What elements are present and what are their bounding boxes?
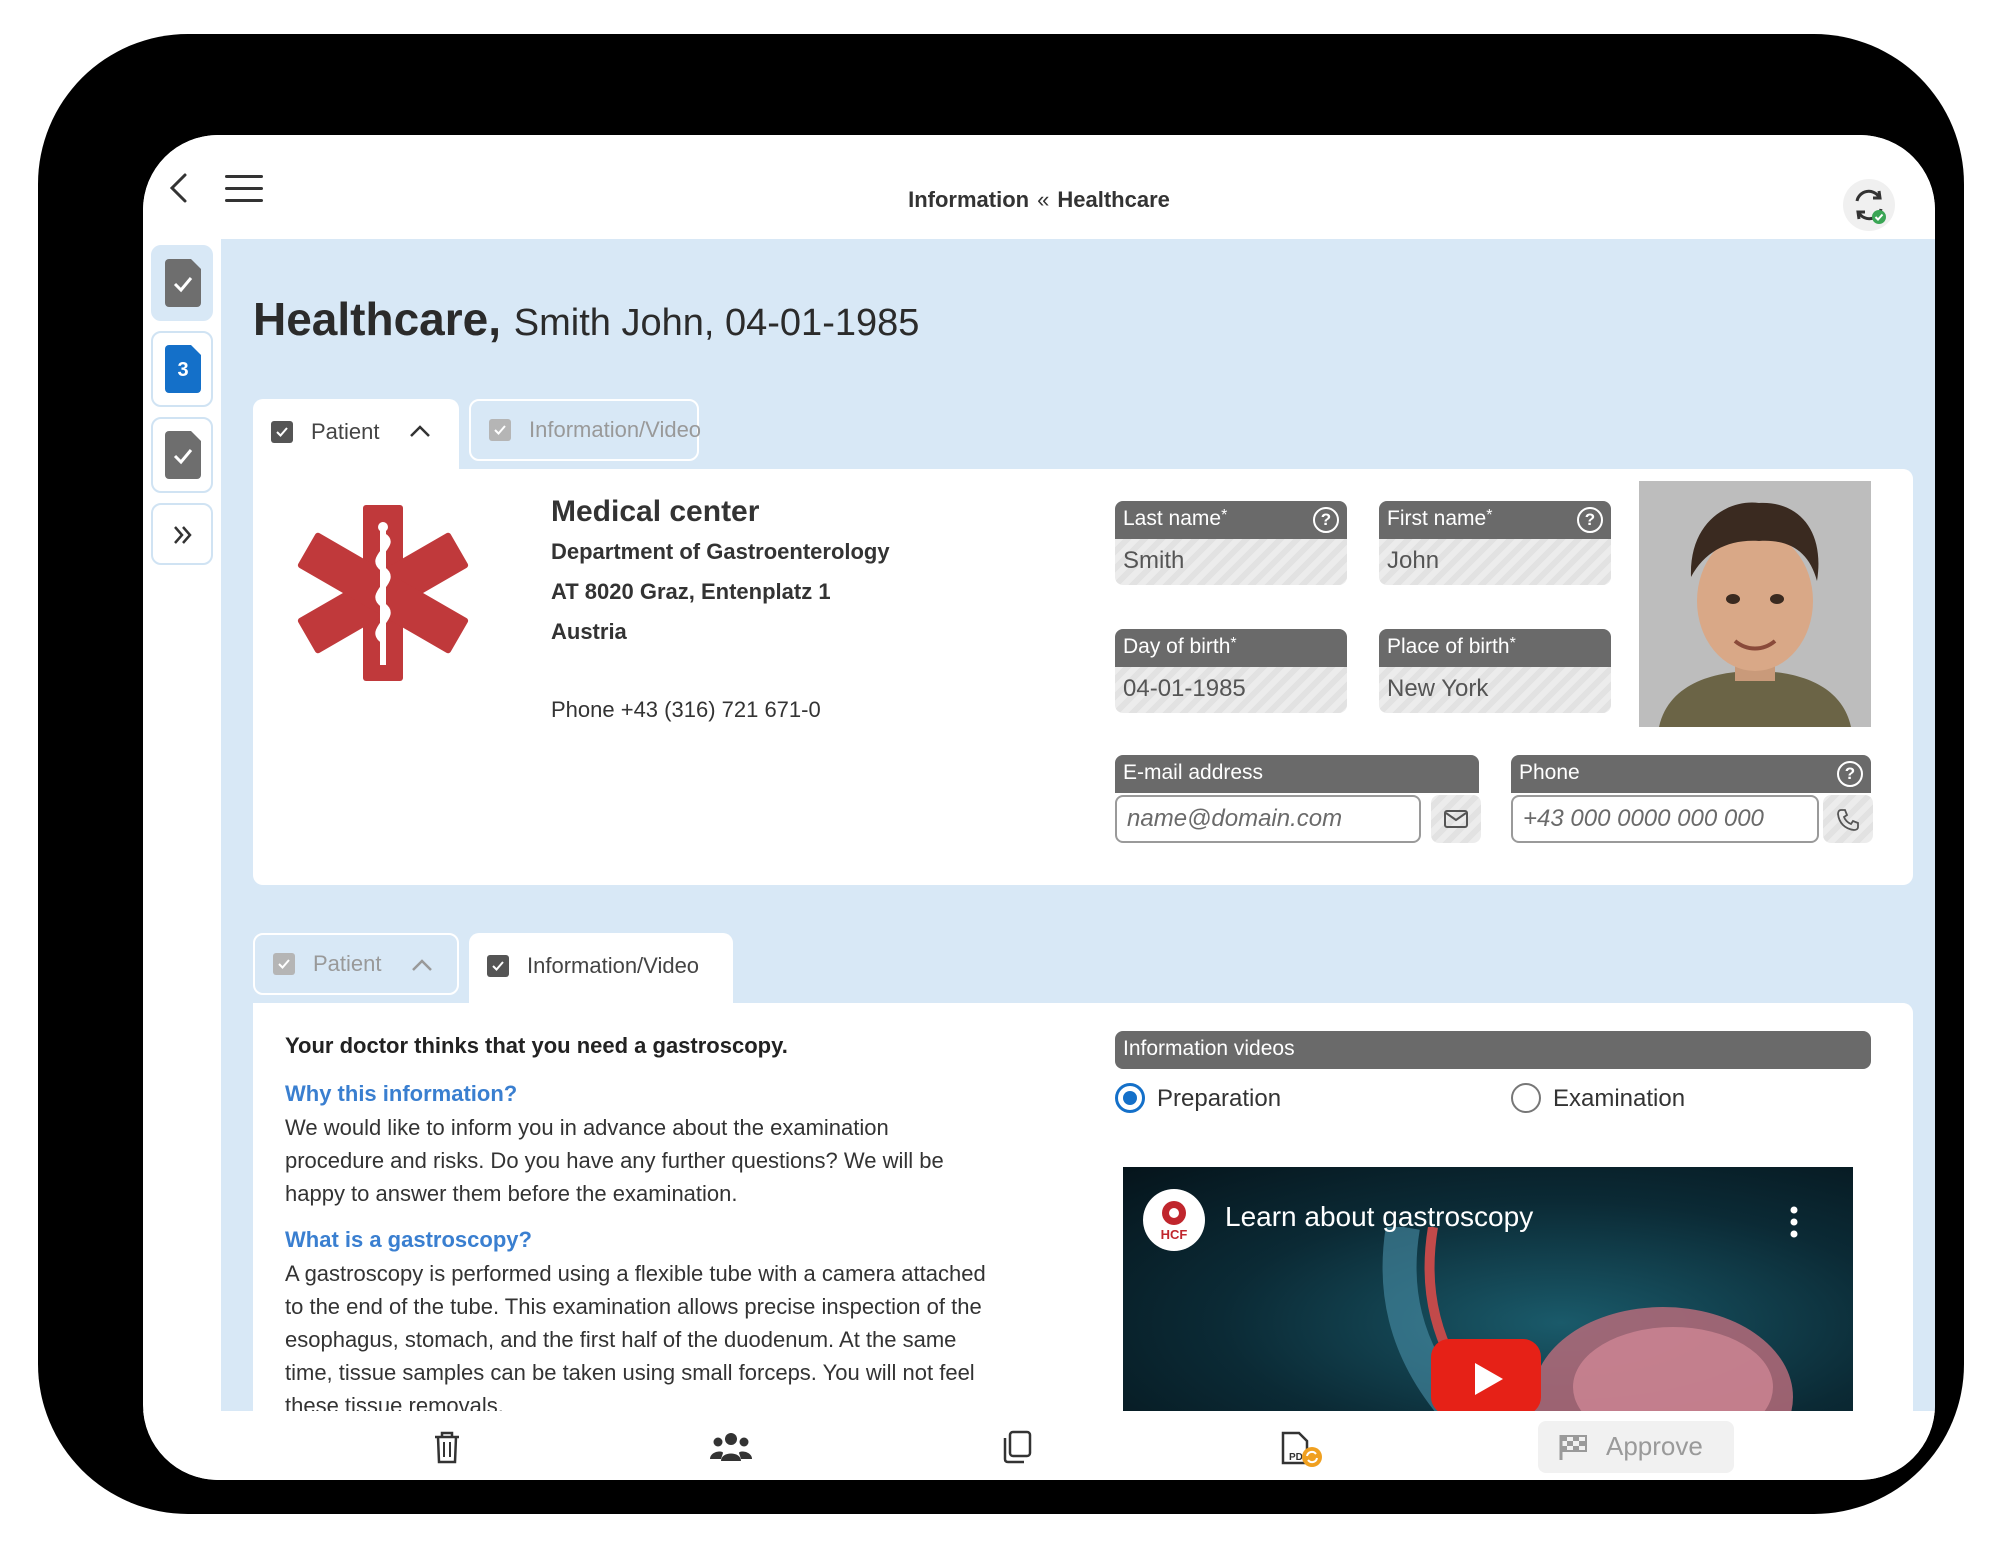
email-label: E-mail address (1115, 755, 1479, 793)
tab-information-video-label: Information/Video (529, 417, 702, 442)
tab-information-video-active-label: Information/Video (527, 953, 700, 978)
tab-patient-secondary[interactable]: Patient (253, 933, 459, 995)
organization-address: AT 8020 Graz, Entenplatz 1 (551, 579, 831, 604)
video-player[interactable]: HCF Learn about gastroscopy (1123, 1167, 1853, 1411)
rail-item-completed-1[interactable] (151, 245, 213, 321)
patient-panel: Medical center Department of Gastroenter… (253, 469, 1913, 885)
breadcrumb-healthcare: Healthcare (1057, 187, 1170, 212)
svg-text:PD: PD (1289, 1452, 1303, 1463)
sync-icon[interactable] (1843, 179, 1895, 231)
phone-field[interactable] (1511, 795, 1819, 843)
bottom-toolbar: PD Approve (143, 1411, 1935, 1480)
envelope-icon (1444, 810, 1468, 828)
approve-button[interactable]: Approve (1538, 1421, 1734, 1473)
tab-patient-secondary-label: Patient (313, 951, 382, 976)
tab-patient-label: Patient (311, 419, 380, 444)
info-question-why: Why this information? (285, 1081, 518, 1106)
patient-photo (1639, 481, 1871, 727)
play-button[interactable] (1431, 1339, 1541, 1411)
first-name-field: John (1379, 539, 1611, 585)
info-lead-text: Your doctor thinks that you need a gastr… (285, 1033, 788, 1058)
svg-text:HCF: HCF (1161, 1227, 1188, 1242)
organization-department: Department of Gastroenterology (551, 539, 890, 564)
organization-name: Medical center (551, 495, 760, 528)
document-check-icon (165, 259, 201, 307)
tab-patient[interactable]: Patient (253, 399, 459, 469)
organization-country: Austria (551, 619, 627, 644)
call-button[interactable] (1823, 795, 1873, 843)
hcf-channel-logo[interactable]: HCF (1143, 1189, 1205, 1251)
email-button[interactable] (1431, 795, 1481, 843)
double-chevron-right-icon (174, 526, 192, 544)
radio-examination-label[interactable]: Examination (1553, 1085, 1685, 1113)
top-bar: Information « Healthcare (143, 135, 1935, 239)
radio-preparation[interactable] (1115, 1083, 1145, 1113)
checkbox-checked-icon (489, 419, 511, 441)
info-answer-what: A gastroscopy is performed using a flexi… (285, 1261, 986, 1411)
last-name-label: Last name* ? (1115, 501, 1347, 539)
radio-preparation-label[interactable]: Preparation (1157, 1085, 1281, 1113)
rail-badge-count: 3 (177, 359, 189, 381)
information-panel: Your doctor thinks that you need a gastr… (253, 1003, 1913, 1411)
breadcrumb-separator: « (1037, 187, 1050, 212)
day-of-birth-field: 04-01-1985 (1115, 667, 1347, 713)
help-icon[interactable]: ? (1313, 507, 1339, 533)
approve-button-label: Approve (1606, 1431, 1703, 1461)
checkbox-checked-icon (273, 953, 295, 975)
page-title: Healthcare, Smith John, 04-01-1985 (253, 293, 920, 345)
copy-icon[interactable] (999, 1429, 1035, 1465)
breadcrumb: Information « Healthcare (143, 187, 1935, 213)
chevron-up-icon[interactable] (411, 957, 433, 973)
person-avatar-icon (1639, 481, 1871, 727)
help-icon[interactable]: ? (1577, 507, 1603, 533)
page-subtitle: Smith John, 04-01-1985 (513, 302, 920, 344)
phone-icon (1837, 809, 1859, 831)
organization-phone: Phone +43 (316) 721 671-0 (551, 697, 821, 722)
star-of-life-logo (297, 505, 469, 681)
video-title: Learn about gastroscopy (1225, 1201, 1534, 1232)
help-icon[interactable]: ? (1837, 761, 1863, 787)
first-name-label: First name* ? (1379, 501, 1611, 539)
breadcrumb-information[interactable]: Information (908, 187, 1029, 212)
rail-item-completed-2[interactable] (151, 417, 213, 493)
place-of-birth-label: Place of birth* (1379, 629, 1611, 667)
people-group-icon[interactable] (709, 1429, 753, 1465)
email-field[interactable] (1115, 795, 1421, 843)
rail-expand-button[interactable] (151, 503, 213, 565)
chevron-up-icon[interactable] (409, 423, 431, 439)
checkbox-checked-icon (487, 955, 509, 977)
app-screen: Information « Healthcare 3 Healthcare, Smi… (143, 135, 1935, 1480)
more-options-icon[interactable] (1789, 1205, 1799, 1239)
info-answer-why: We would like to inform you in advance a… (285, 1115, 944, 1206)
tab-information-video[interactable]: Information/Video (469, 399, 702, 461)
pdf-refresh-icon[interactable]: PD (1279, 1429, 1325, 1469)
tab-information-video-active[interactable]: Information/Video (469, 933, 733, 1003)
info-question-what: What is a gastroscopy? (285, 1227, 532, 1252)
last-name-field: Smith (1115, 539, 1347, 585)
checkbox-checked-icon (271, 421, 293, 443)
phone-label: Phone ? (1511, 755, 1871, 793)
place-of-birth-field: New York (1379, 667, 1611, 713)
document-check-icon (165, 431, 201, 479)
trash-icon[interactable] (429, 1429, 465, 1465)
tablet-frame: Information « Healthcare 3 Healthcare, Smi… (38, 34, 1964, 1514)
checkered-flag-icon (1559, 1435, 1587, 1460)
document-number-icon: 3 (165, 345, 201, 393)
day-of-birth-label: Day of birth* (1115, 629, 1347, 667)
information-videos-label: Information videos (1115, 1031, 1871, 1069)
rail-item-current[interactable]: 3 (151, 331, 213, 407)
radio-examination[interactable] (1511, 1083, 1541, 1113)
